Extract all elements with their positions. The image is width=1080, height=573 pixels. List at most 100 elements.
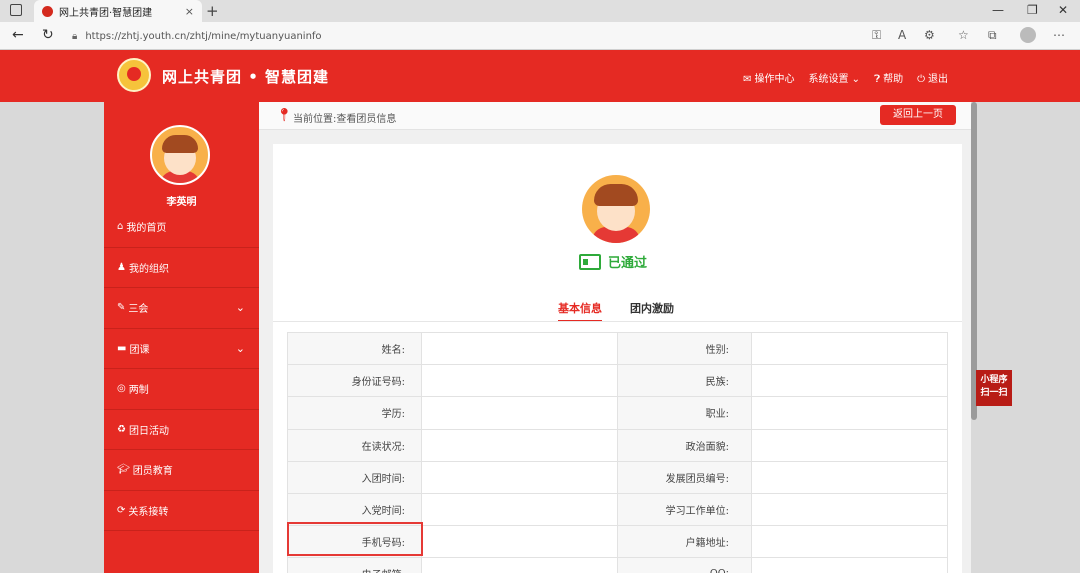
table-row: 入团时间: 发展团员编号:: [287, 460, 948, 494]
reload-icon[interactable]: ↻: [42, 27, 54, 43]
nav-help[interactable]: ❓︎ 帮助: [874, 70, 903, 85]
field-label: 性别:: [617, 331, 752, 366]
table-row: 入党时间: 学习工作单位:: [287, 492, 948, 527]
table-row: 身份证号码: 民族:: [287, 364, 948, 398]
graduation-cap-icon: 🎓︎: [117, 464, 130, 476]
sidebar-item-organization[interactable]: ♟ 我的组织: [104, 248, 259, 288]
field-label: QQ:: [617, 557, 752, 573]
close-tab-icon[interactable]: ×: [185, 5, 194, 18]
favorites-icon[interactable]: ☆: [958, 28, 969, 42]
field-value: [751, 364, 948, 398]
tab-league-incentive[interactable]: 团内激励: [630, 300, 674, 322]
site-favicon-icon: [42, 5, 53, 17]
mail-icon: ✉: [743, 74, 752, 85]
field-value: [421, 364, 618, 398]
phone-field-highlight: [287, 522, 423, 556]
field-label: 政治面貌:: [617, 428, 752, 462]
group-icon: ♟: [117, 261, 126, 273]
table-row: 电子邮箱: QQ:: [287, 557, 948, 573]
more-icon[interactable]: ⋯: [1053, 28, 1065, 42]
field-label: 身份证号码:: [287, 364, 422, 398]
nav-operation-center[interactable]: ✉ 操作中心: [743, 70, 794, 85]
nav-system-settings[interactable]: 系统设置 ⌄: [808, 70, 860, 85]
field-value: [751, 492, 948, 527]
site-brand: 网上共青团 • 智慧团建: [162, 68, 330, 86]
sidebar-item-league-class[interactable]: ▬ 团课 ⌄: [104, 329, 259, 369]
target-icon: ◎: [117, 383, 126, 395]
restore-icon[interactable]: ❐: [1027, 3, 1038, 17]
profile-tabs: 基本信息 团内激励: [558, 300, 674, 322]
back-button[interactable]: 返回上一页: [880, 105, 956, 125]
sidebar-item-league-day[interactable]: ♻ 团日活动: [104, 410, 259, 450]
nav-logout[interactable]: ⏻ 退出: [917, 70, 948, 85]
field-label: 发展团员编号:: [617, 460, 752, 494]
field-label: 职业:: [617, 396, 752, 430]
minimize-icon[interactable]: —: [992, 3, 1004, 17]
field-label: 在读状况:: [287, 428, 422, 462]
address-bar-row: ← ↻ 🔒︎ https://zhtj.youth.cn/zhtj/mine/m…: [0, 22, 1080, 50]
id-card-icon: [579, 253, 601, 270]
table-row: 学历: 职业:: [287, 396, 948, 430]
browser-tab-bar: 网上共青团·智慧团建 × + — ❐ ✕: [0, 0, 1080, 22]
status-badge: 已通过: [579, 252, 647, 271]
mini-program-button[interactable]: 小程序 扫一扫: [976, 370, 1012, 406]
url-field[interactable]: 🔒︎ https://zhtj.youth.cn/zhtj/mine/mytua…: [72, 26, 932, 46]
sidebar-item-three-meetings[interactable]: ✎ 三会 ⌄: [104, 288, 259, 329]
refresh-icon: ⟳: [117, 504, 126, 516]
field-value: [421, 525, 618, 559]
field-value: [751, 557, 948, 573]
home-icon: ⌂: [117, 221, 124, 233]
field-value: [751, 525, 948, 559]
field-label: 学习工作单位:: [617, 492, 752, 527]
field-value: [421, 396, 618, 430]
breadcrumb: 当前位置:查看团员信息: [293, 114, 397, 125]
collections-icon[interactable]: ⧉: [988, 28, 997, 43]
field-value: [751, 428, 948, 462]
sidebar: 李英明 ⌂ 我的首页 ♟ 我的组织 ✎ 三会 ⌄ ▬ 团课 ⌄ ◎ 两制 ♻ 团日活动 🎓︎ 团员…: [104, 102, 259, 573]
sidebar-menu: ⌂ 我的首页 ♟ 我的组织 ✎ 三会 ⌄ ▬ 团课 ⌄ ◎ 两制 ♻ 团日活动 🎓︎ 团员教育 ⟳…: [104, 207, 259, 531]
browser-tab[interactable]: 网上共青团·智慧团建 ×: [34, 0, 202, 22]
league-logo-icon: [117, 58, 151, 92]
chevron-down-icon: ⌄: [235, 301, 245, 315]
sidebar-item-home[interactable]: ⌂ 我的首页: [104, 207, 259, 248]
sidebar-item-two-systems[interactable]: ◎ 两制: [104, 369, 259, 410]
field-label: 学历:: [287, 396, 422, 430]
profile-card: 已通过 基本信息 团内激励 姓名: 性别: 身份证号码: 民族: 学历: 职业:…: [273, 144, 962, 573]
power-icon: ⏻: [917, 74, 925, 85]
read-aloud-icon[interactable]: A: [898, 28, 906, 42]
field-value: [751, 460, 948, 494]
breadcrumb-bar: 📍︎ 当前位置:查看团员信息 返回上一页: [259, 102, 971, 130]
user-name: 李英明: [166, 197, 197, 208]
tab-basic-info[interactable]: 基本信息: [558, 300, 602, 322]
field-value: [421, 428, 618, 462]
key-icon[interactable]: ⚿: [872, 28, 881, 43]
field-label: 民族:: [617, 364, 752, 398]
edit-icon: ✎: [117, 302, 126, 314]
lock-icon: 🔒︎: [72, 30, 78, 42]
help-icon: ❓︎: [874, 74, 881, 85]
tab-actions-icon[interactable]: [10, 4, 22, 16]
profile-avatar[interactable]: [1020, 27, 1036, 43]
folder-icon: ▬: [117, 342, 127, 354]
member-avatar: [582, 175, 650, 243]
close-window-icon[interactable]: ✕: [1058, 3, 1068, 17]
field-label: 姓名:: [287, 331, 422, 366]
field-value: [421, 492, 618, 527]
new-tab-button[interactable]: +: [206, 2, 219, 20]
recycle-icon: ♻: [117, 423, 126, 435]
field-label: 电子邮箱:: [287, 557, 422, 573]
location-pin-icon: 📍︎: [276, 108, 293, 123]
chevron-down-icon: ⌄: [851, 74, 861, 85]
tracking-icon[interactable]: ⚙: [924, 28, 935, 42]
table-row: 在读状况: 政治面貌:: [287, 428, 948, 462]
field-value: [421, 460, 618, 494]
field-value: [751, 331, 948, 366]
back-arrow-icon[interactable]: ←: [12, 27, 24, 43]
field-value: [421, 331, 618, 366]
tab-title: 网上共青团·智慧团建: [59, 7, 153, 19]
user-avatar: [150, 125, 210, 185]
sidebar-item-relation-transfer[interactable]: ⟳ 关系接转: [104, 491, 259, 531]
tab-divider: [273, 321, 962, 322]
field-label: 入团时间:: [287, 460, 422, 494]
sidebar-item-member-education[interactable]: 🎓︎ 团员教育: [104, 450, 259, 491]
